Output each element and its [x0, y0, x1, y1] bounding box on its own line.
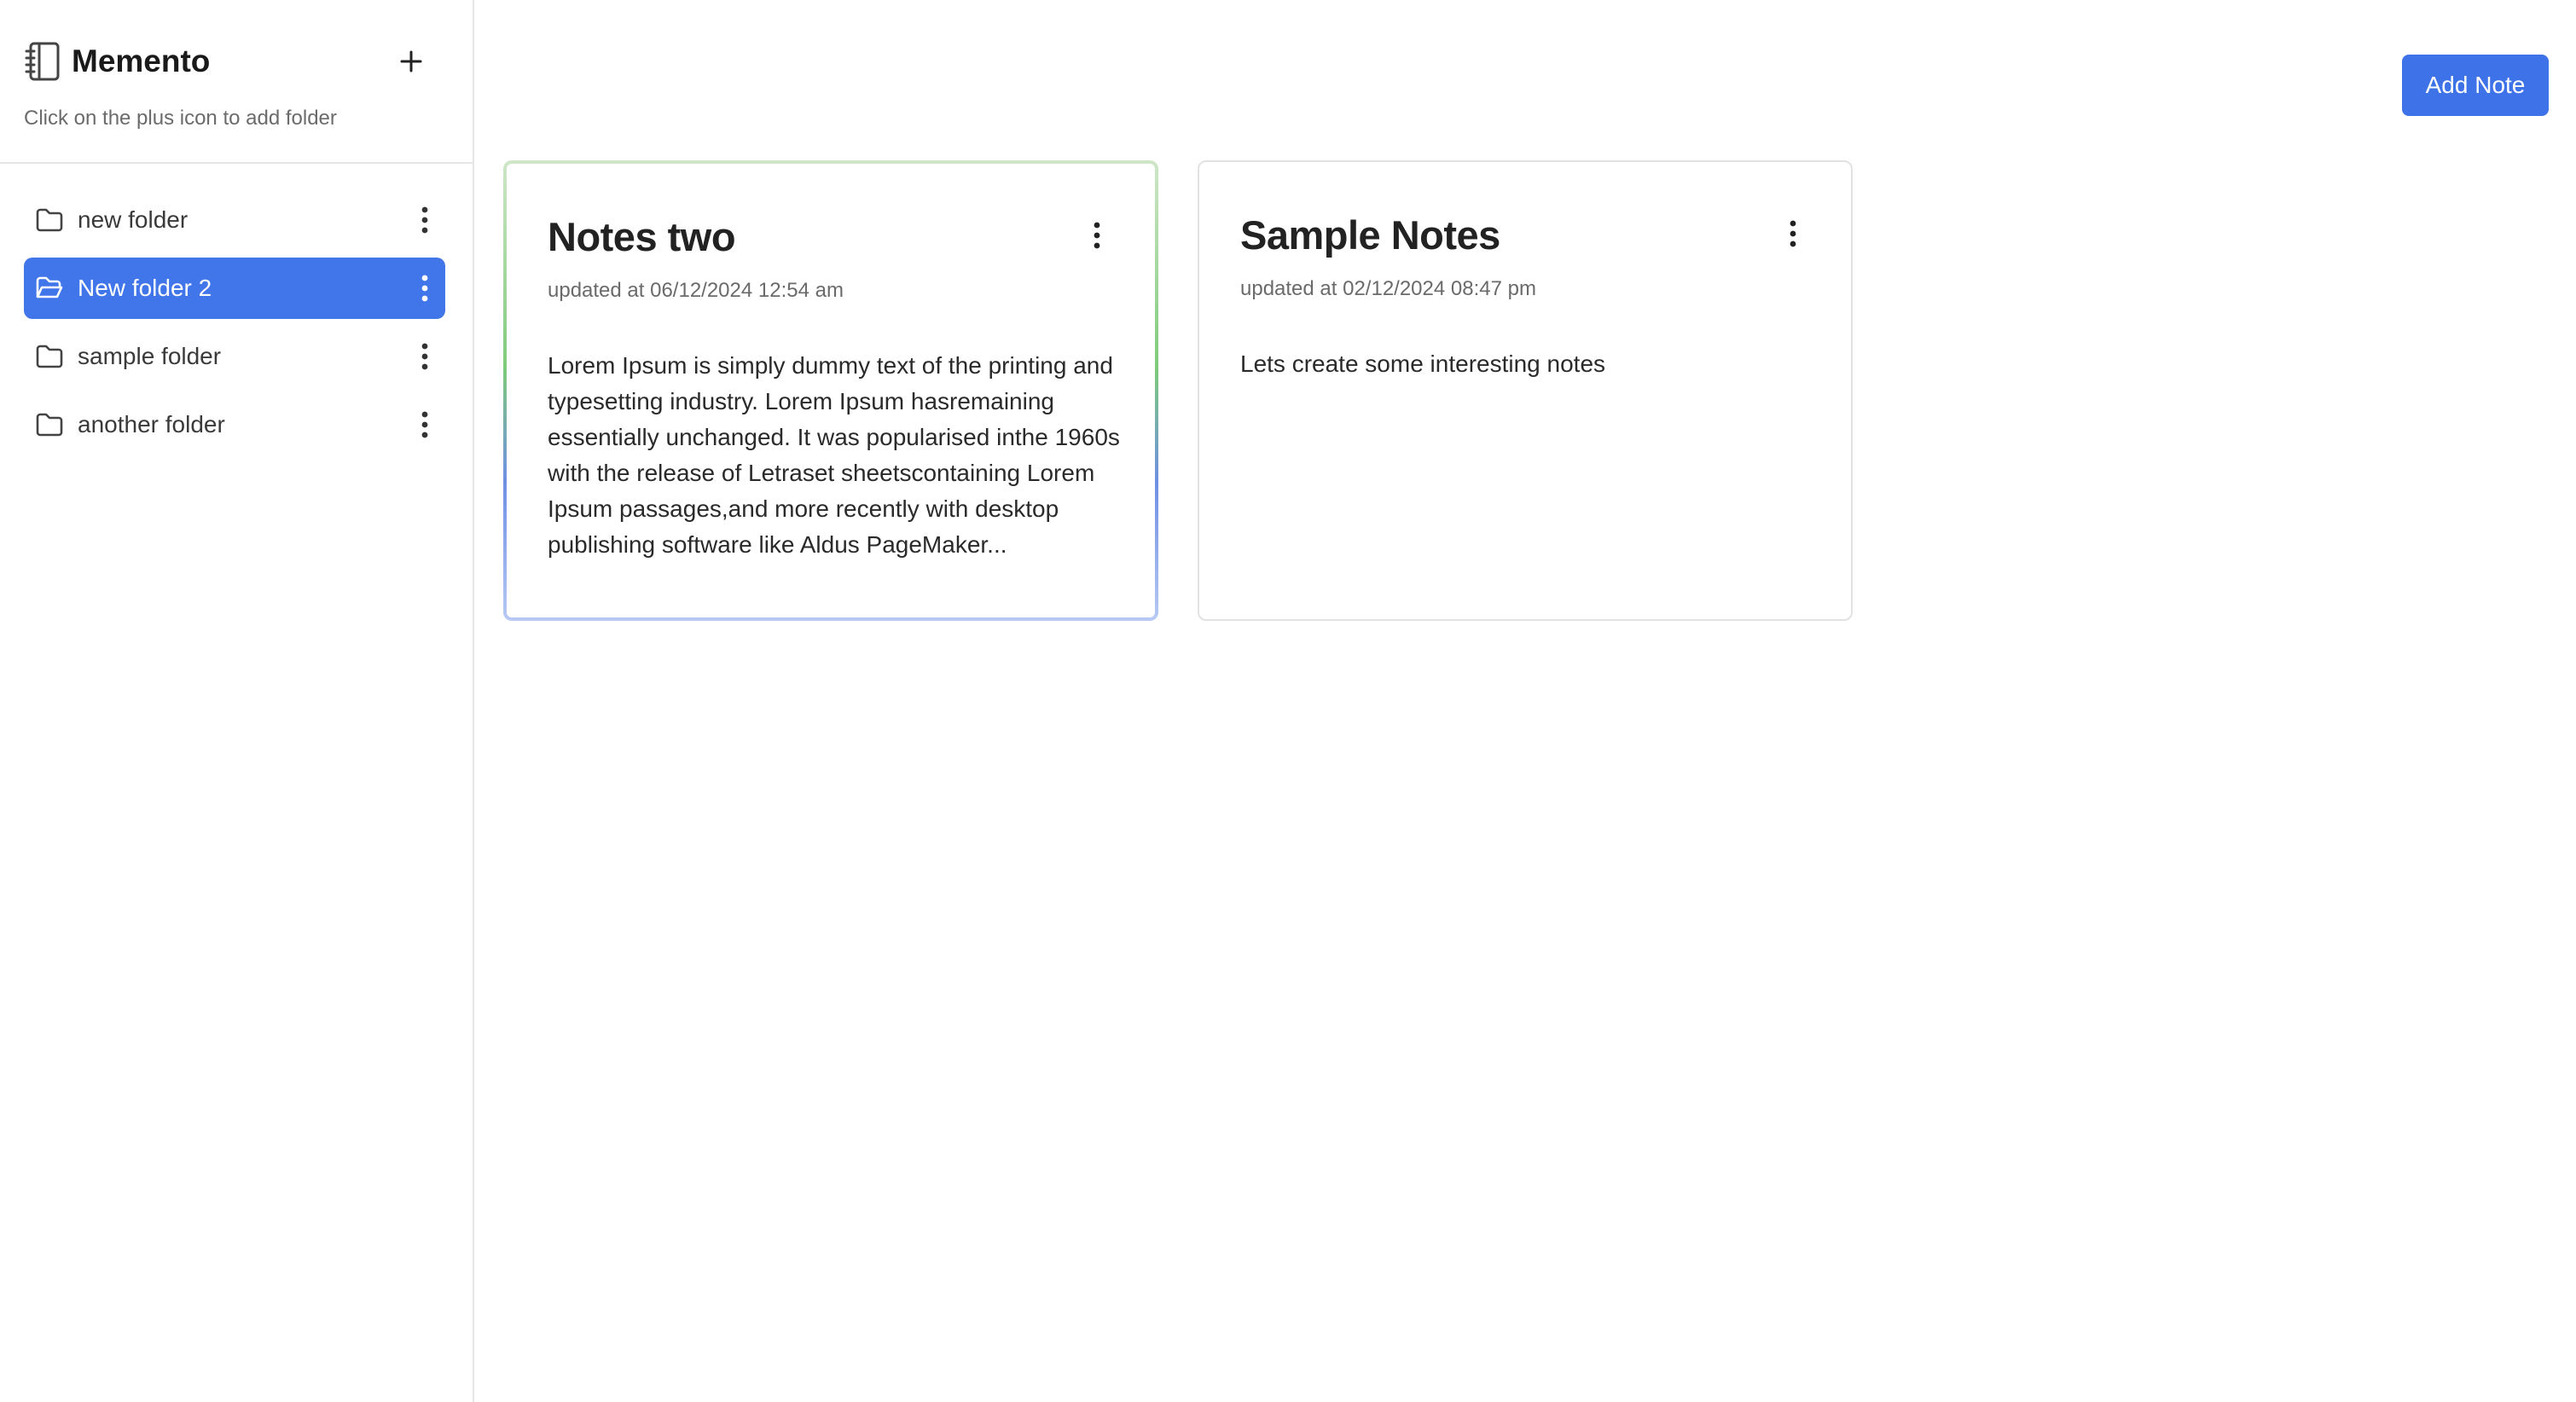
- note-updated-date: updated at 02/12/2024 08:47 pm: [1240, 277, 1536, 300]
- folder-open-icon: [36, 276, 63, 298]
- folder-label: another folder: [78, 411, 225, 437]
- folder-icon: [36, 345, 63, 368]
- note-updated-date: updated at 06/12/2024 12:54 am: [548, 279, 844, 302]
- note-card[interactable]: Sample Notes updated at 02/12/2024 08:47…: [1198, 160, 1853, 621]
- folder-item-another-folder[interactable]: another folder: [24, 394, 445, 455]
- vertical-dots-icon: [421, 411, 428, 438]
- vertical-dots-icon: [421, 275, 428, 302]
- folder-more-button[interactable]: [404, 200, 445, 240]
- sidebar: Memento Click on the plus icon to add fo…: [0, 0, 474, 1402]
- app-title: Memento: [72, 43, 211, 78]
- folder-item-new-folder[interactable]: new folder: [24, 189, 445, 251]
- folder-more-button[interactable]: [404, 336, 445, 377]
- note-body: Lorem Ipsum is simply dummy text of the …: [548, 352, 1120, 558]
- notebook-icon: [25, 42, 60, 81]
- vertical-dots-icon: [421, 206, 428, 234]
- add-note-button[interactable]: Add Note: [2402, 55, 2549, 116]
- folder-label: New folder 2: [78, 275, 212, 301]
- folder-more-button[interactable]: [404, 268, 445, 309]
- folder-label: new folder: [78, 206, 189, 233]
- folder-list: new folder New folder 2 sample folder an…: [24, 189, 445, 462]
- vertical-dots-icon: [1094, 222, 1100, 249]
- note-title: Notes two: [548, 214, 736, 259]
- folder-icon: [36, 413, 63, 437]
- plus-icon: [400, 50, 422, 72]
- note-more-button[interactable]: [1776, 213, 1810, 254]
- add-folder-hint: Click on the plus icon to add folder: [24, 107, 337, 130]
- note-title: Sample Notes: [1240, 212, 1500, 258]
- note-body: Lets create some interesting notes: [1240, 350, 1606, 377]
- app-window: Memento Click on the plus icon to add fo…: [0, 0, 2576, 1402]
- sidebar-header: Memento Click on the plus icon to add fo…: [0, 0, 473, 164]
- vertical-dots-icon: [1790, 220, 1796, 247]
- folder-item-sample-folder[interactable]: sample folder: [24, 326, 445, 387]
- folder-item-new-folder-2[interactable]: New folder 2: [24, 258, 445, 319]
- note-card[interactable]: Notes two updated at 06/12/2024 12:54 am…: [503, 160, 1158, 621]
- vertical-dots-icon: [421, 343, 428, 370]
- add-folder-button[interactable]: [391, 41, 432, 82]
- folder-label: sample folder: [78, 343, 222, 369]
- folder-icon: [36, 208, 63, 232]
- note-more-button[interactable]: [1080, 215, 1114, 256]
- folder-more-button[interactable]: [404, 404, 445, 445]
